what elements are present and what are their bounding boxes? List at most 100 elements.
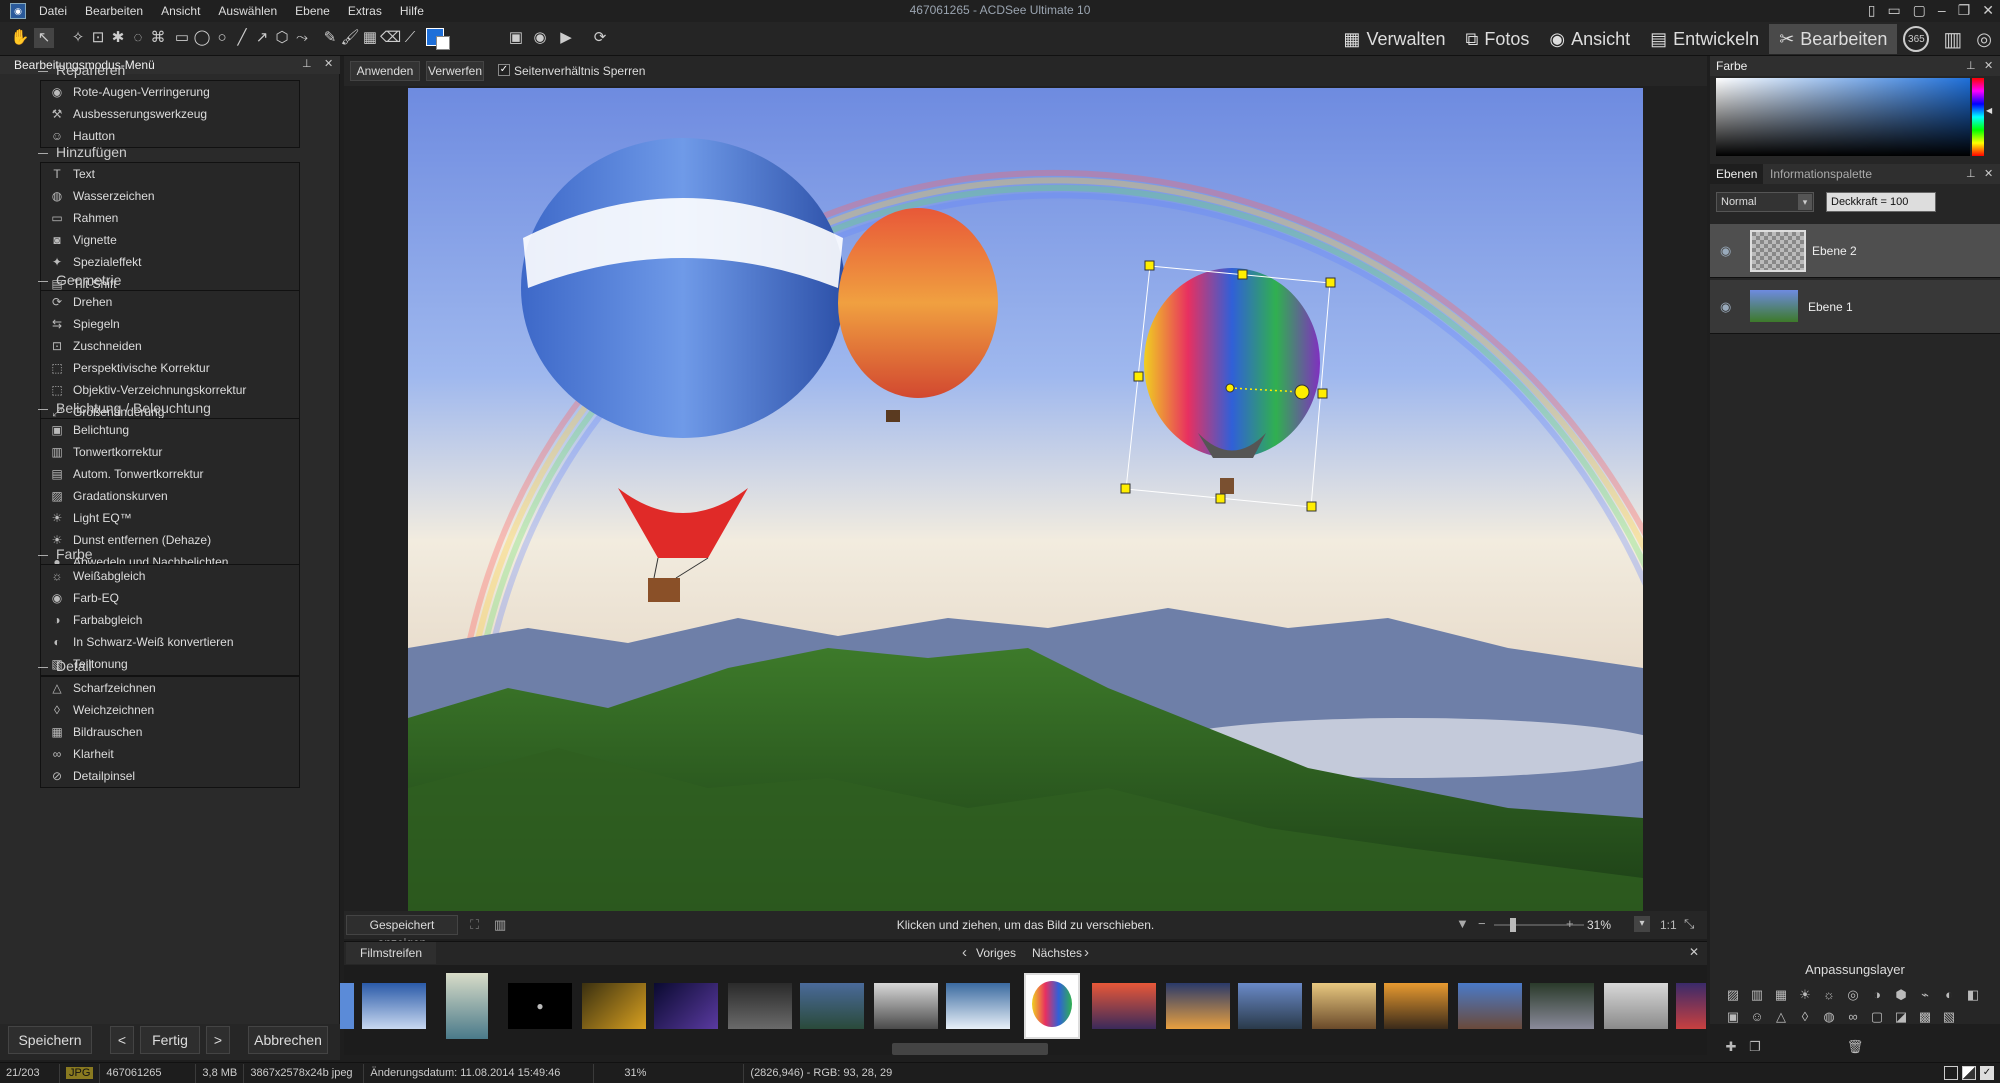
menu-tool-item[interactable]: ◉ Rote-Augen-Verringerung — [41, 81, 299, 103]
eye-icon[interactable]: ◉ — [1720, 243, 1731, 259]
cancel-button[interactable]: Abbrechen — [248, 1026, 328, 1054]
mode-tab-verwalten[interactable]: ▦ Verwalten — [1333, 24, 1455, 54]
prev-edit-button[interactable]: < — [110, 1026, 134, 1054]
adjustment-icon[interactable]: ▦ — [1772, 986, 1790, 1004]
menu-tool-item[interactable]: ◐ In Schwarz-Weiß konvertieren — [41, 631, 299, 653]
ellipse-tool-icon[interactable]: ○ — [212, 28, 232, 48]
discard-button[interactable]: Verwerfen — [426, 61, 484, 81]
thumbnail[interactable] — [874, 983, 938, 1029]
adjustment-icon[interactable]: ▩ — [1916, 1008, 1934, 1026]
adjustment-icon[interactable]: ◊ — [1796, 1008, 1814, 1026]
thumbnail[interactable] — [1458, 983, 1522, 1029]
365-icon[interactable]: 365 — [1903, 26, 1930, 52]
play-icon[interactable]: ▶ — [556, 28, 576, 48]
menu-tool-item[interactable]: ◊ Weichzeichnen — [41, 699, 299, 721]
mode-tab-ansicht[interactable]: ◉ Ansicht — [1539, 24, 1640, 54]
crop-icon[interactable]: ⊡ — [88, 28, 108, 48]
thumbnail-selected[interactable] — [1024, 973, 1080, 1039]
dropper-icon[interactable]: ⟋ — [400, 28, 420, 48]
thumbnail[interactable] — [1530, 983, 1594, 1029]
menu-tool-item[interactable]: T Text — [41, 163, 299, 185]
save-button[interactable]: Speichern — [8, 1026, 92, 1054]
smart-brush-icon[interactable]: ⌘ — [148, 28, 168, 48]
close-button[interactable]: ✕ — [1982, 2, 1994, 19]
layer-row[interactable]: ◉ Ebene 1 — [1710, 280, 2000, 334]
close-panel-icon[interactable]: ✕ — [324, 57, 333, 70]
pin-icon[interactable]: ⊥ — [1966, 167, 1976, 180]
tab-layers[interactable]: Ebenen — [1710, 164, 1764, 184]
thumbnail[interactable] — [728, 983, 792, 1029]
view-toggle-icon[interactable] — [1944, 1066, 1958, 1080]
polyline-icon[interactable]: ⤳ — [292, 28, 312, 48]
brush-icon[interactable]: 🖌 — [340, 28, 360, 48]
close-panel-icon[interactable]: ✕ — [1984, 59, 1993, 72]
adjustment-icon[interactable]: ▨ — [1724, 986, 1742, 1004]
menu-tool-item[interactable]: ⟳ Drehen — [41, 291, 299, 313]
layer-row-selected[interactable]: ◉ Ebene 2 — [1710, 224, 2000, 278]
menu-tool-item[interactable]: ⚒ Ausbesserungswerkzeug — [41, 103, 299, 125]
adjustment-icon[interactable]: ▧ — [1940, 1008, 1958, 1026]
eraser-icon[interactable]: ⌫ — [380, 28, 401, 48]
adjustment-icon[interactable]: ◑ — [1868, 986, 1886, 1004]
thumbnail[interactable]: ● — [508, 983, 572, 1029]
adjustment-icon[interactable]: ◪ — [1892, 1008, 1910, 1026]
thumbnail[interactable] — [1238, 983, 1302, 1029]
magic-wand-icon[interactable]: ✧ — [68, 28, 88, 48]
edited-photo[interactable] — [408, 88, 1643, 911]
adjustment-icon[interactable]: ◎ — [1844, 986, 1862, 1004]
thumbnail[interactable] — [654, 983, 718, 1029]
chevron-right-icon[interactable]: › — [1084, 944, 1089, 961]
adjustment-icon[interactable]: ▣ — [1724, 1008, 1742, 1026]
adjustment-icon[interactable]: ⬢ — [1892, 986, 1910, 1004]
hand-tool-icon[interactable]: ✋ — [10, 28, 30, 48]
menu-tool-item[interactable]: ◉ Farb-EQ — [41, 587, 299, 609]
menu-tool-item[interactable]: ◑ Farbabgleich — [41, 609, 299, 631]
zoom-slider-thumb[interactable] — [1510, 918, 1516, 932]
layout-icon[interactable]: ▯ — [1868, 2, 1876, 19]
menu-tool-item[interactable]: ◙ Vignette — [41, 229, 299, 251]
lock-ratio-checkbox[interactable]: ✓ — [498, 64, 510, 76]
menu-tool-item[interactable]: ▥ Tonwertkorrektur — [41, 441, 299, 463]
collapse-icon[interactable] — [38, 280, 48, 282]
pencil-icon[interactable]: ✎ — [320, 28, 340, 48]
menu-tool-item[interactable]: △ Scharfzeichnen — [41, 677, 299, 699]
chevron-down-icon[interactable]: ▾ — [1798, 194, 1812, 210]
fill-icon[interactable]: ▦ — [360, 28, 380, 48]
adjustment-icon[interactable]: ▢ — [1868, 1008, 1886, 1026]
minimize-button[interactable]: – — [1938, 2, 1946, 19]
group-header[interactable]: Farbe — [38, 544, 93, 564]
menu-tool-item[interactable]: ▤ Autom. Tonwertkorrektur — [41, 463, 299, 485]
mode-tab-fotos[interactable]: ⧉ Fotos — [1456, 24, 1540, 54]
lasso-icon[interactable]: ◌ — [128, 28, 148, 48]
zoom-menu-icon[interactable]: ▼ — [1456, 916, 1469, 931]
frame-tool-icon[interactable]: ▣ — [506, 28, 526, 48]
adjustment-icon[interactable]: ☀ — [1796, 986, 1814, 1004]
chevron-left-icon[interactable]: ‹ — [962, 944, 967, 961]
thumbnail[interactable] — [362, 983, 426, 1029]
transform-handles[interactable] — [1100, 258, 1350, 518]
polygon-icon[interactable]: ⬡ — [272, 28, 292, 48]
line-tool-icon[interactable]: ╱ — [232, 28, 252, 48]
next-image-link[interactable]: Nächstes — [1032, 946, 1082, 960]
menu-tool-item[interactable]: ∞ Klarheit — [41, 743, 299, 765]
pin-icon[interactable]: ⊥ — [1966, 59, 1976, 72]
opacity-input[interactable]: Deckkraft = 100 — [1826, 192, 1936, 212]
prev-image-link[interactable]: Voriges — [976, 946, 1016, 960]
delete-layer-icon[interactable]: 🗑 — [1846, 1038, 1864, 1056]
collapse-icon[interactable] — [38, 666, 48, 668]
collapse-icon[interactable] — [38, 70, 48, 72]
adjustment-icon[interactable]: △ — [1772, 1008, 1790, 1026]
thumbnail[interactable] — [582, 983, 646, 1029]
apply-button[interactable]: Anwenden — [350, 61, 420, 81]
record-icon[interactable]: ◉ — [530, 28, 550, 48]
group-header[interactable]: Reparieren — [38, 60, 125, 80]
group-header[interactable]: Detail — [38, 656, 92, 676]
thumbnail[interactable] — [1092, 983, 1156, 1029]
thumbnail[interactable] — [446, 973, 488, 1039]
rect-select-icon[interactable]: ▭ — [172, 28, 192, 48]
menu-tool-item[interactable]: ⬚ Perspektivische Korrektur — [41, 357, 299, 379]
mode-tab-entwickeln[interactable]: ▤ Entwickeln — [1640, 24, 1769, 54]
thumbnail[interactable] — [340, 983, 354, 1029]
zoom-out-icon[interactable]: − — [1478, 916, 1486, 931]
actual-size-button[interactable]: 1:1 — [1660, 918, 1677, 932]
